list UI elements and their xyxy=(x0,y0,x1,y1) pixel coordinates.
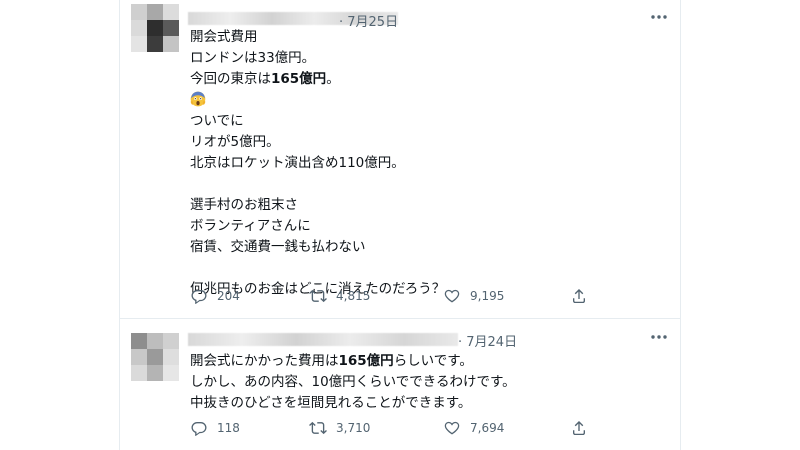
like-count: 7,694 xyxy=(470,421,505,435)
tweet-feed: · 7月25日 開会式費用 ロンドンは33億円。 今回の東京は165億円。 つい… xyxy=(119,0,681,450)
reply-button[interactable]: 204 xyxy=(190,286,240,306)
avatar[interactable] xyxy=(131,333,179,381)
tweet-line: 中抜きのひどさを垣間見れることができます。 xyxy=(190,395,472,411)
retweet-icon xyxy=(309,421,327,435)
reply-icon xyxy=(191,290,207,304)
tweet-line: 北京はロケット演出含め110億円。 xyxy=(190,155,405,171)
like-button[interactable]: 7,694 xyxy=(443,418,504,438)
retweet-button[interactable]: 3,710 xyxy=(309,418,370,438)
like-icon xyxy=(444,289,460,303)
reply-count: 118 xyxy=(217,421,240,435)
share-icon xyxy=(573,288,585,304)
tweet-line: ロンドンは33億円。 xyxy=(190,50,316,66)
like-button[interactable]: 9,195 xyxy=(443,286,504,306)
tweet-line xyxy=(190,90,445,111)
tweet-line: 選手村のお粗末さ xyxy=(190,197,298,213)
reply-icon xyxy=(191,422,207,436)
tweet-actions: 118 3,710 7,694 xyxy=(190,418,610,438)
more-icon[interactable] xyxy=(648,7,670,27)
tweet-line: 開会式費用 xyxy=(190,29,258,45)
retweet-count: 4,815 xyxy=(336,289,371,303)
tweet-date[interactable]: · 7月24日 xyxy=(458,331,517,350)
retweet-count: 3,710 xyxy=(336,421,371,435)
share-button[interactable] xyxy=(570,418,588,438)
tweet[interactable]: · 7月24日 開会式にかかった費用は165億円らしいです。 しかし、あの内容、… xyxy=(120,320,681,450)
tweet-line: ボランティアさんに xyxy=(190,218,311,234)
author-name-redacted[interactable] xyxy=(188,333,458,346)
tweet-line: 宿賃、交通費一銭も払わない xyxy=(190,239,366,255)
retweet-button[interactable]: 4,815 xyxy=(309,286,370,306)
tweet-text: 開会式にかかった費用は165億円らしいです。 しかし、あの内容、10億円くらいで… xyxy=(190,351,516,414)
tweet-line: しかし、あの内容、10億円くらいでできるわけです。 xyxy=(190,374,516,390)
reply-count: 204 xyxy=(217,289,240,303)
more-icon[interactable] xyxy=(648,327,670,347)
share-icon xyxy=(573,420,585,436)
tweet-text: 開会式費用 ロンドンは33億円。 今回の東京は165億円。 ついでに リオが5億… xyxy=(190,27,445,300)
reply-button[interactable]: 118 xyxy=(190,418,240,438)
like-count: 9,195 xyxy=(470,289,505,303)
face-screaming-in-fear-icon xyxy=(190,90,206,107)
like-icon xyxy=(444,421,460,435)
retweet-icon xyxy=(309,289,327,303)
tweet-line: 今回の東京は165億円。 xyxy=(190,71,340,87)
avatar[interactable] xyxy=(131,4,179,52)
tweet-actions: 204 4,815 9,195 xyxy=(190,286,610,306)
tweet-line: 開会式にかかった費用は165億円らしいです。 xyxy=(190,353,473,369)
tweet-line: ついでに xyxy=(190,113,244,129)
tweet[interactable]: · 7月25日 開会式費用 ロンドンは33億円。 今回の東京は165億円。 つい… xyxy=(120,0,681,319)
tweet-line: リオが5億円。 xyxy=(190,134,280,150)
share-button[interactable] xyxy=(570,286,588,306)
